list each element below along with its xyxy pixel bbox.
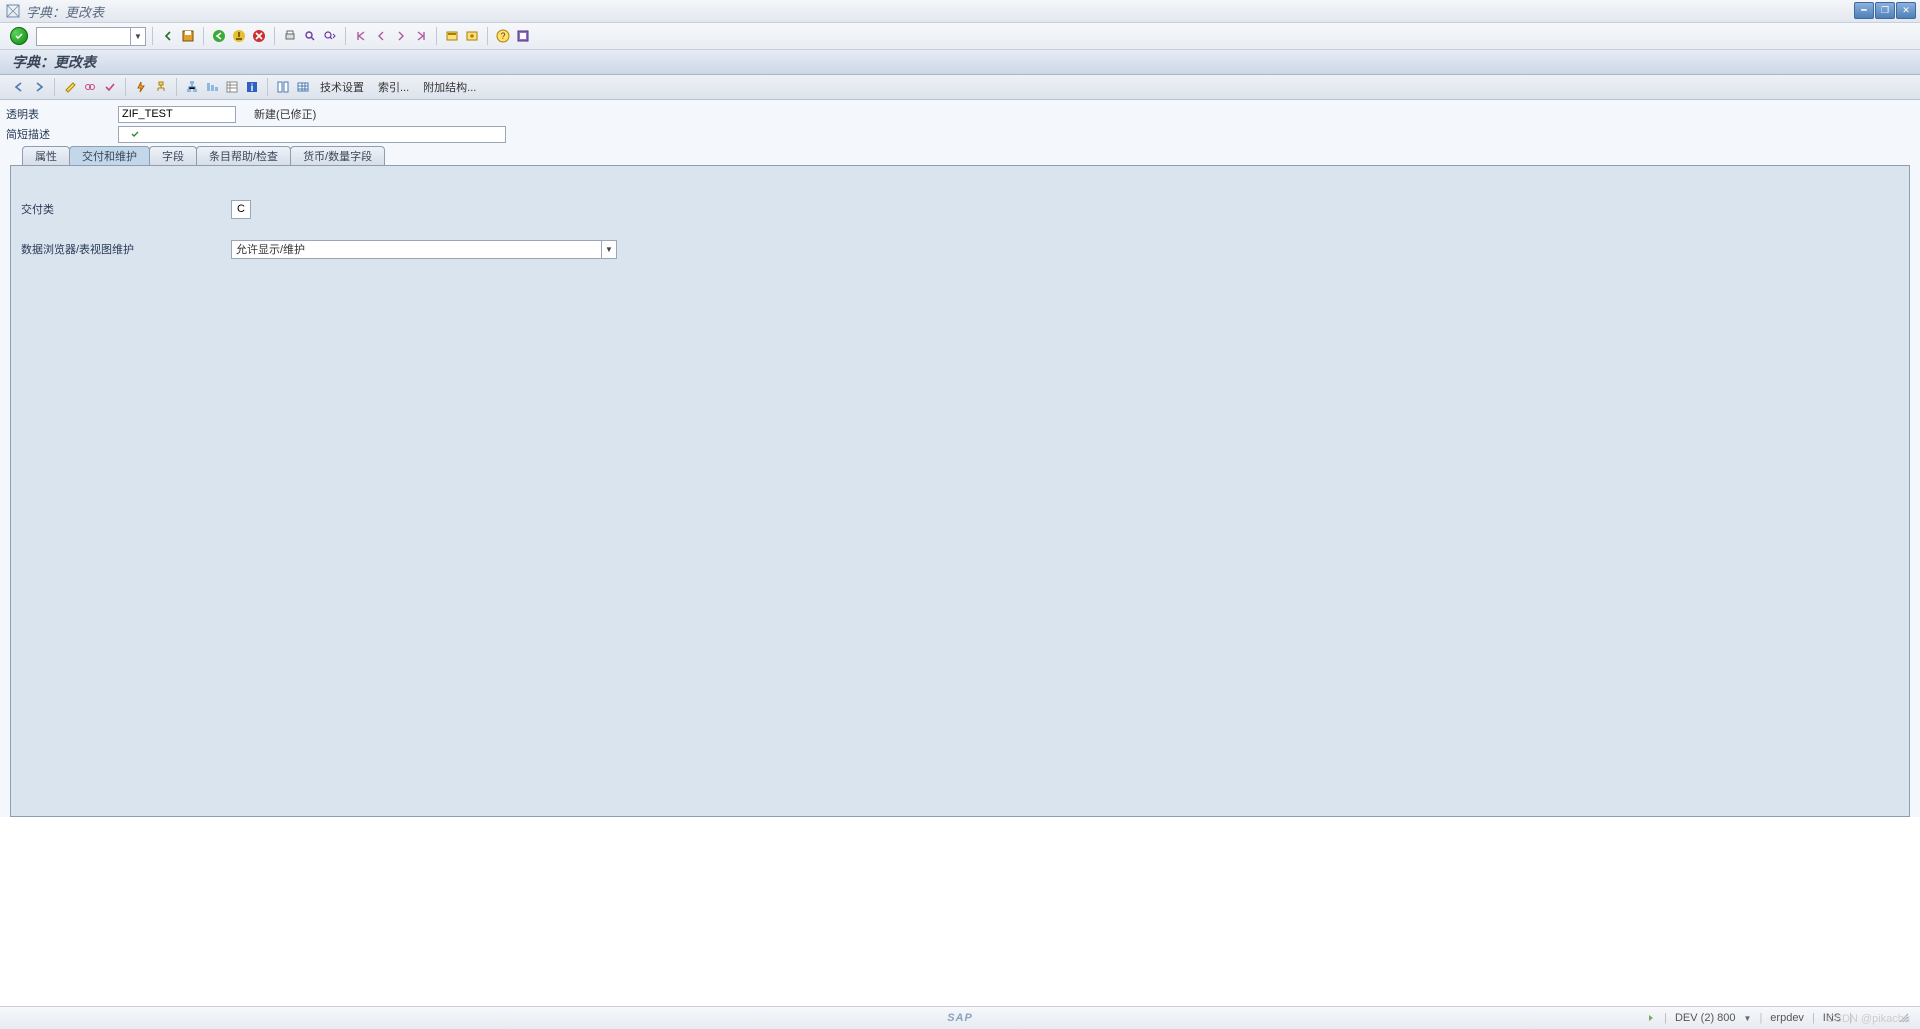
- system-client-text[interactable]: DEV (2) 800: [1675, 1012, 1736, 1024]
- enter-button[interactable]: [10, 27, 28, 45]
- insert-mode-text: INS: [1823, 1012, 1841, 1024]
- cancel-red-icon[interactable]: [250, 27, 268, 45]
- delivery-class-input[interactable]: [231, 200, 251, 219]
- server-text: erpdev: [1770, 1012, 1804, 1024]
- tab-currency-quantity[interactable]: 货币/数量字段: [290, 146, 385, 165]
- screen-title-text: 字典：更改表: [12, 52, 96, 72]
- separator: [487, 27, 488, 45]
- nav-back-icon[interactable]: [10, 78, 28, 96]
- print-icon[interactable]: [281, 27, 299, 45]
- separator: [345, 27, 346, 45]
- separator: [54, 78, 55, 96]
- next-page-icon[interactable]: [392, 27, 410, 45]
- activate-icon[interactable]: [132, 78, 150, 96]
- find-next-icon[interactable]: [321, 27, 339, 45]
- check-icon[interactable]: [101, 78, 119, 96]
- indexes-button[interactable]: 索引...: [372, 78, 415, 96]
- tab-entry-help-check[interactable]: 条目帮助/检查: [196, 146, 291, 165]
- back-green-icon[interactable]: [210, 27, 228, 45]
- find-icon[interactable]: [301, 27, 319, 45]
- data-browser-value: 允许显示/维护: [236, 241, 305, 257]
- dropdown-icon[interactable]: ▼: [601, 241, 616, 258]
- technical-settings-button[interactable]: 技术设置: [314, 78, 370, 96]
- status-text: 新建(已修正): [254, 106, 316, 122]
- short-description-label: 简短描述: [6, 126, 118, 142]
- customize-icon[interactable]: [514, 27, 532, 45]
- table-name-input[interactable]: [118, 106, 236, 123]
- screen-title: 字典：更改表: [0, 50, 1920, 75]
- session-info-icon[interactable]: [1646, 1013, 1656, 1023]
- svg-text:i: i: [251, 83, 254, 94]
- sap-logo: SAP: [947, 1012, 973, 1024]
- new-session-icon[interactable]: [443, 27, 461, 45]
- nav-forward-icon[interactable]: [30, 78, 48, 96]
- tab-fields[interactable]: 字段: [149, 146, 197, 165]
- back-icon[interactable]: [159, 27, 177, 45]
- form-area: 透明表 新建(已修正) 简短描述 属性 交付和维护 字段 条目帮助/检查 货币/…: [0, 100, 1920, 817]
- separator: [436, 27, 437, 45]
- minimize-button[interactable]: ━: [1854, 2, 1874, 19]
- generate-session-icon[interactable]: [463, 27, 481, 45]
- help-icon[interactable]: ?: [494, 27, 512, 45]
- tab-attributes[interactable]: 属性: [22, 146, 70, 165]
- prev-page-icon[interactable]: [372, 27, 390, 45]
- tabstrip: 属性 交付和维护 字段 条目帮助/检查 货币/数量字段: [6, 146, 1914, 165]
- where-used-icon[interactable]: [152, 78, 170, 96]
- separator: [176, 78, 177, 96]
- separator: [267, 78, 268, 96]
- last-page-icon[interactable]: [412, 27, 430, 45]
- tab-delivery-maintenance[interactable]: 交付和维护: [69, 146, 150, 165]
- required-indicator-icon: [130, 129, 140, 139]
- svg-text:?: ?: [500, 31, 505, 41]
- command-dropdown-icon[interactable]: ▼: [130, 28, 145, 45]
- window-titlebar: 字典：更改表 ━ ❐ ✕: [0, 0, 1920, 23]
- first-page-icon[interactable]: [352, 27, 370, 45]
- table-contents-icon[interactable]: [274, 78, 292, 96]
- status-bar: SAP | DEV (2) 800 ▼ | erpdev | INS |: [0, 1006, 1920, 1029]
- contents-icon[interactable]: [223, 78, 241, 96]
- exit-yellow-icon[interactable]: [230, 27, 248, 45]
- separator: [152, 27, 153, 45]
- window-title: 字典：更改表: [26, 2, 104, 21]
- graphic-icon[interactable]: [203, 78, 221, 96]
- other-object-icon[interactable]: [81, 78, 99, 96]
- data-browser-label: 数据浏览器/表视图维护: [21, 241, 231, 257]
- short-description-input[interactable]: [118, 126, 506, 143]
- sap-window-icon: [6, 4, 20, 18]
- save-icon[interactable]: [179, 27, 197, 45]
- info-icon[interactable]: i: [243, 78, 261, 96]
- command-field[interactable]: ▼: [36, 27, 146, 46]
- maximize-button[interactable]: ❐: [1875, 2, 1895, 19]
- separator: [125, 78, 126, 96]
- table-display-icon[interactable]: [294, 78, 312, 96]
- separator: [203, 27, 204, 45]
- data-browser-select[interactable]: 允许显示/维护 ▼: [231, 240, 617, 259]
- application-toolbar: i 技术设置 索引... 附加结构...: [0, 75, 1920, 100]
- transparent-table-label: 透明表: [6, 106, 118, 122]
- hierarchy-icon[interactable]: [183, 78, 201, 96]
- system-toolbar: ▼ ?: [0, 23, 1920, 50]
- delivery-class-label: 交付类: [21, 201, 231, 217]
- separator: [274, 27, 275, 45]
- dropdown-small-icon[interactable]: ▼: [1744, 1014, 1752, 1023]
- tab-panel: 交付类 数据浏览器/表视图维护 允许显示/维护 ▼: [10, 165, 1910, 817]
- display-change-icon[interactable]: [61, 78, 79, 96]
- close-button[interactable]: ✕: [1896, 2, 1916, 19]
- resize-grip-icon[interactable]: [1898, 1012, 1910, 1024]
- append-structure-button[interactable]: 附加结构...: [417, 78, 482, 96]
